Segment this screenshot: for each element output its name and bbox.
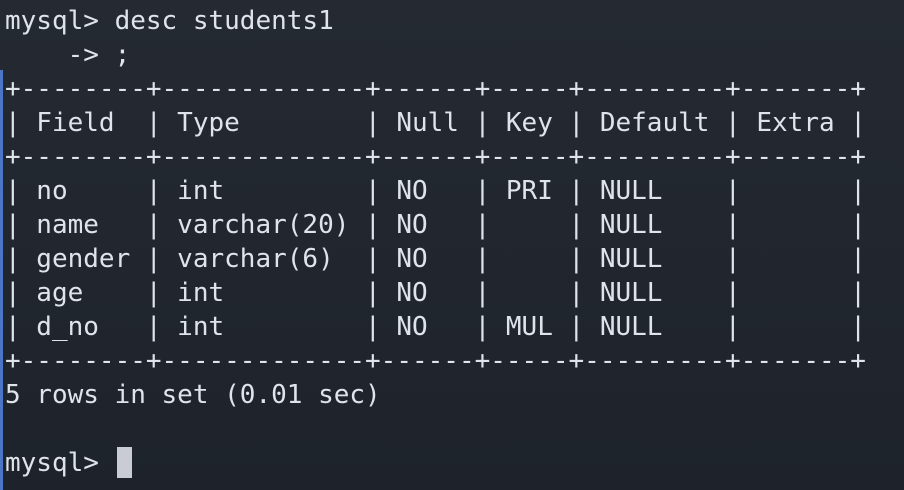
table-row: | gender | varchar(6) | NO | | NULL | | xyxy=(5,244,866,274)
table-border-top: +--------+-------------+------+-----+---… xyxy=(5,74,866,104)
query-result-status: 5 rows in set (0.01 sec) xyxy=(5,380,381,410)
table-row: | name | varchar(20) | NO | | NULL | | xyxy=(5,210,866,240)
terminal-window[interactable]: mysql> desc students1 -> ; +--------+---… xyxy=(0,0,904,490)
left-selection-bar xyxy=(0,70,3,490)
prompt-line[interactable]: mysql> xyxy=(5,446,115,480)
continuation-line: -> ; xyxy=(5,40,131,70)
table-header-row: | Field | Type | Null | Key | Default | … xyxy=(5,108,866,138)
table-border-bottom: +--------+-------------+------+-----+---… xyxy=(5,346,866,376)
text-cursor xyxy=(117,447,132,478)
table-row: | age | int | NO | | NULL | | xyxy=(5,278,866,308)
table-row: | d_no | int | NO | MUL | NULL | | xyxy=(5,312,866,342)
command-line: mysql> desc students1 xyxy=(5,6,334,36)
table-border-header: +--------+-------------+------+-----+---… xyxy=(5,142,866,172)
table-row: | no | int | NO | PRI | NULL | | xyxy=(5,176,866,206)
